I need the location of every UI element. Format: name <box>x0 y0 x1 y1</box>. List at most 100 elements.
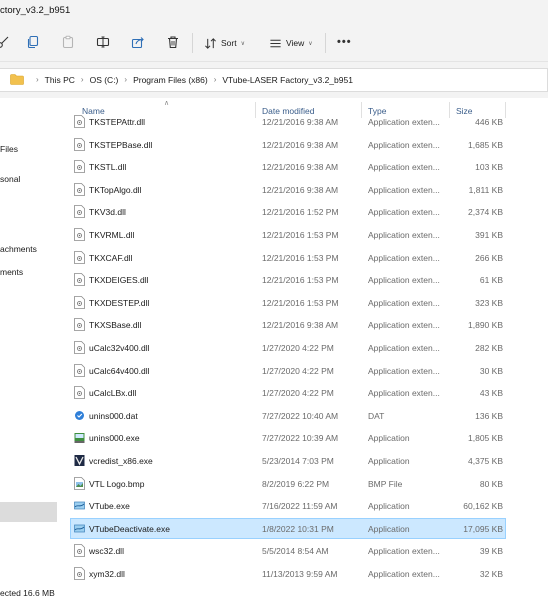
table-row[interactable]: unins000.dat 7/27/2022 10:40 AM DAT 136 KB <box>70 405 506 426</box>
view-button[interactable]: View ∨ <box>269 35 313 51</box>
rename-icon[interactable] <box>96 35 110 49</box>
file-name: uCalc64v400.dll <box>89 365 150 376</box>
nav-item-documents[interactable]: ments <box>0 267 60 281</box>
file-date-modified: 1/27/2020 4:22 PM <box>262 365 334 376</box>
file-type: Application exten... <box>368 162 440 173</box>
address-bar[interactable]: › This PC › OS (C:) › Program Files (x86… <box>0 68 548 92</box>
chevron-right-icon: › <box>36 75 39 84</box>
file-type: Application <box>368 433 410 444</box>
view-icon <box>270 39 281 47</box>
delete-icon[interactable] <box>166 35 180 49</box>
file-date-modified: 12/21/2016 1:53 PM <box>262 297 339 308</box>
file-size: 17,095 KB <box>463 523 503 534</box>
chevron-right-icon: › <box>124 75 128 84</box>
file-date-modified: 7/27/2022 10:39 AM <box>262 433 339 444</box>
file-date-modified: 1/8/2022 10:31 PM <box>262 523 334 534</box>
dll-icon <box>74 250 85 264</box>
table-row[interactable]: TKVRML.dll 12/21/2016 1:53 PM Application … <box>70 224 506 245</box>
file-date-modified: 1/27/2020 4:22 PM <box>262 388 334 399</box>
file-size: 80 KB <box>479 478 503 489</box>
file-date-modified: 12/21/2016 9:38 AM <box>262 320 339 331</box>
file-name: VTubeDeactivate.exe <box>89 523 170 534</box>
table-row[interactable]: uCalc32v400.dll 1/27/2020 4:22 PM Applicat… <box>70 337 506 358</box>
file-name: TKSTL.dll <box>89 162 127 173</box>
more-options-icon[interactable]: ••• <box>337 36 352 48</box>
cut-icon[interactable] <box>0 35 10 49</box>
file-date-modified: 12/21/2016 1:53 PM <box>262 252 339 263</box>
table-row[interactable]: TKSTL.dll 12/21/2016 9:38 AM Application e… <box>70 156 506 177</box>
file-name: TKXCAF.dll <box>89 252 133 263</box>
nav-item-attachments[interactable]: achments <box>0 244 60 258</box>
file-date-modified: 12/21/2016 1:53 PM <box>262 230 339 240</box>
breadcrumb-program-files[interactable]: Program Files (x86) <box>133 75 208 85</box>
sort-button[interactable]: Sort ∨ <box>204 35 245 51</box>
table-row[interactable]: TKXDEIGES.dll 12/21/2016 1:53 PM Applicati… <box>70 269 506 290</box>
file-size: 30 KB <box>479 365 503 376</box>
file-size: 282 KB <box>475 343 503 353</box>
paste-icon[interactable] <box>61 35 75 49</box>
file-size: 60,162 KB <box>463 501 503 512</box>
copy-icon[interactable] <box>26 35 40 49</box>
table-row[interactable]: TKXSBase.dll 12/21/2016 9:38 AM Applicatio… <box>70 314 506 335</box>
nav-item-files[interactable]: Files <box>0 144 60 158</box>
table-row-selected[interactable]: VTubeDeactivate.exe 1/8/2022 10:31 PM Appl… <box>70 517 506 539</box>
table-row[interactable]: TKXDESTEP.dll 12/21/2016 1:53 PM Applicati… <box>70 292 506 313</box>
file-type: Application exten... <box>368 546 440 557</box>
file-type: Application exten... <box>368 365 440 376</box>
dll-icon <box>74 115 85 128</box>
file-name: TKV3d.dll <box>89 207 126 218</box>
sort-icon <box>205 37 216 49</box>
dll-icon <box>74 341 85 354</box>
table-row[interactable]: VTL Logo.bmp 8/2/2019 6:22 PM BMP File 80 K… <box>70 473 506 494</box>
nav-item-selected[interactable] <box>0 502 57 522</box>
breadcrumb-drive[interactable]: OS (C:) <box>90 75 119 85</box>
file-type: Application exten... <box>368 388 440 399</box>
vtube-icon <box>74 499 85 512</box>
table-row[interactable]: wsc32.dll 5/5/2014 8:54 AM Application ext… <box>70 540 506 561</box>
installer-icon <box>74 431 85 444</box>
toolbar-divider <box>325 33 326 53</box>
file-date-modified: 5/5/2014 8:54 AM <box>262 546 329 557</box>
file-name: VTL Logo.bmp <box>89 478 145 489</box>
title-bar: ctory_v3.2_b951 <box>0 0 548 24</box>
chevron-down-icon: ∨ <box>308 40 313 47</box>
table-row[interactable]: xym32.dll 11/13/2013 9:59 AM Application e… <box>70 563 506 584</box>
sort-ascending-icon: ∧ <box>164 100 170 107</box>
table-row[interactable]: uCalcLBx.dll 1/27/2020 4:22 PM Application… <box>70 382 506 403</box>
file-date-modified: 12/21/2016 1:52 PM <box>262 207 339 218</box>
bmp-icon <box>74 476 85 490</box>
file-date-modified: 7/16/2022 11:59 AM <box>262 501 338 512</box>
table-row[interactable]: VTube.exe 7/16/2022 11:59 AM Application 60… <box>70 495 506 516</box>
table-row[interactable]: TKSTEPAttr.dll 12/21/2016 9:38 AM Applicat… <box>70 111 506 132</box>
file-name: TKVRML.dll <box>89 230 135 240</box>
chevron-down-icon: ∨ <box>240 40 245 47</box>
file-size: 391 KB <box>475 230 503 240</box>
table-row[interactable]: TKXCAF.dll 12/21/2016 1:53 PM Application … <box>70 247 506 268</box>
file-date-modified: 7/27/2022 10:40 AM <box>262 410 339 421</box>
file-name: VTube.exe <box>89 501 130 512</box>
table-row[interactable]: vcredist_x86.exe 5/23/2014 7:03 PM Applica… <box>70 450 506 471</box>
file-type: Application exten... <box>368 320 440 331</box>
table-row[interactable]: TKV3d.dll 12/21/2016 1:52 PM Application e… <box>70 201 506 222</box>
breadcrumb-this-pc[interactable]: This PC <box>45 75 75 85</box>
share-icon[interactable] <box>131 35 145 49</box>
table-row[interactable]: uCalc64v400.dll 1/27/2020 4:22 PM Applicat… <box>70 360 506 381</box>
table-row[interactable]: TKSTEPBase.dll 12/21/2016 9:38 AM Applicat… <box>70 134 506 155</box>
file-type: BMP File <box>368 478 403 489</box>
file-size: 39 KB <box>479 546 503 557</box>
file-name: TKSTEPAttr.dll <box>89 117 146 127</box>
dll-icon <box>74 295 85 309</box>
breadcrumb: › This PC › OS (C:) › Program Files (x86… <box>10 74 353 85</box>
navigation-pane: Files sonal achments ments <box>0 98 60 600</box>
table-row[interactable]: TKTopAlgo.dll 12/21/2016 9:38 AM Applicati… <box>70 179 506 200</box>
breadcrumb-current-folder[interactable]: VTube-LASER Factory_v3.2_b951 <box>222 75 353 85</box>
table-row[interactable]: unins000.exe 7/27/2022 10:39 AM Applicatio… <box>70 427 506 448</box>
file-name: wsc32.dll <box>89 546 124 557</box>
file-type: Application exten... <box>368 139 440 150</box>
dat-icon <box>74 409 85 422</box>
nav-item-personal[interactable]: sonal <box>0 174 60 188</box>
nav-item-label: Files <box>0 144 18 154</box>
sort-label: Sort <box>221 38 237 48</box>
nav-item-label: achments <box>0 244 37 254</box>
file-size: 1,890 KB <box>468 320 503 331</box>
